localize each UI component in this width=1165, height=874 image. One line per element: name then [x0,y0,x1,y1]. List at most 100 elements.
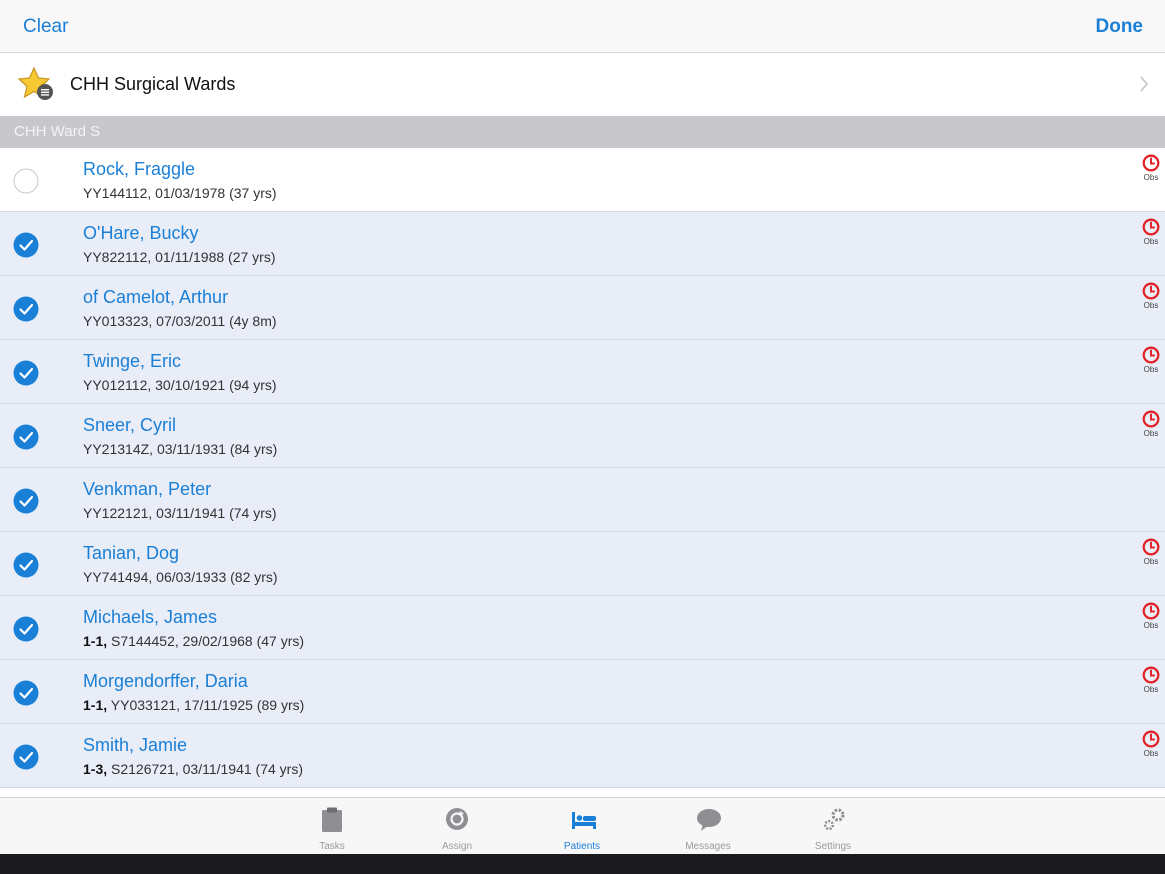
empty-circle-icon[interactable] [13,168,39,194]
tab-label: Tasks [319,841,345,852]
patient-details: YY741494, 06/03/1933 (82 yrs) [83,569,278,585]
patient-row[interactable]: Morgendorffer, Daria 1-1, YY033121, 17/11… [0,660,1165,724]
patient-name[interactable]: Venkman, Peter [83,479,211,500]
patient-name[interactable]: Sneer, Cyril [83,415,176,436]
obs-indicator[interactable]: Obs [1141,410,1161,438]
patient-name[interactable]: Twinge, Eric [83,351,181,372]
obs-label: Obs [1143,749,1159,758]
patient-row[interactable]: Venkman, Peter YY122121, 03/11/1941 (74 y… [0,468,1165,532]
done-button[interactable]: Done [1096,16,1144,38]
obs-label: Obs [1143,429,1159,438]
clock-alert-icon [1142,666,1160,684]
patient-details: YY21314Z, 03/11/1931 (84 yrs) [83,441,277,457]
obs-indicator[interactable]: Obs [1141,666,1161,694]
patient-name[interactable]: Smith, Jamie [83,735,187,756]
obs-indicator[interactable]: Obs [1141,282,1161,310]
patient-list: Rock, Fraggle YY144112, 01/03/1978 (37 yr… [0,148,1165,788]
patient-details: YY144112, 01/03/1978 (37 yrs) [83,185,277,201]
patient-name[interactable]: O'Hare, Bucky [83,223,198,244]
patient-details: YY013323, 07/03/2011 (4y 8m) [83,313,277,329]
obs-label: Obs [1143,173,1159,182]
patient-observation-frequency: 1-3, [83,761,108,777]
obs-label: Obs [1143,621,1159,630]
patient-name[interactable]: Rock, Fraggle [83,159,195,180]
patient-row[interactable]: Tanian, Dog YY741494, 06/03/1933 (82 yrs)… [0,532,1165,596]
patient-name[interactable]: Michaels, James [83,607,217,628]
tab-messages[interactable]: Messages [668,798,748,855]
tab-label: Assign [441,841,472,852]
patient-details: 1-3, S2126721, 03/11/1941 (74 yrs) [83,761,303,777]
patient-id-dob: S7144452, 29/02/1968 (47 yrs) [111,633,305,649]
tab-label: Settings [814,841,852,852]
checkmark-circle-icon[interactable] [13,232,39,258]
tab-bar: Tasks Assign Patients Messages Settings [0,797,1165,855]
patient-details: YY122121, 03/11/1941 (74 yrs) [83,505,277,521]
patient-row[interactable]: Twinge, Eric YY012112, 30/10/1921 (94 yrs… [0,340,1165,404]
bottom-bar [0,854,1165,874]
obs-indicator[interactable]: Obs [1141,730,1161,758]
patient-name[interactable]: Morgendorffer, Daria [83,671,248,692]
obs-indicator[interactable]: Obs [1141,602,1161,630]
clock-alert-icon [1142,282,1160,300]
obs-indicator[interactable]: Obs [1141,346,1161,374]
patient-observation-frequency: 1-1, [83,697,108,713]
patient-id-dob: YY012112, 30/10/1921 (94 yrs) [83,377,277,393]
patient-row[interactable]: Rock, Fraggle YY144112, 01/03/1978 (37 yr… [0,148,1165,212]
patient-observation-frequency: 1-1, [83,633,108,649]
clock-alert-icon [1142,346,1160,364]
tab-assign[interactable]: Assign [417,798,497,855]
patient-id-dob: YY822112, 01/11/1988 (27 yrs) [83,249,276,265]
tab-label: Messages [685,841,731,852]
patient-id-dob: YY013323, 07/03/2011 (4y 8m) [83,313,277,329]
clock-alert-icon [1142,602,1160,620]
tab-tasks[interactable]: Tasks [292,798,372,855]
patient-row[interactable]: Michaels, James 1-1, S7144452, 29/02/1968… [0,596,1165,660]
patient-details: 1-1, YY033121, 17/11/1925 (89 yrs) [83,697,304,713]
tab-settings[interactable]: Settings [793,798,873,855]
patient-id-dob: S2126721, 03/11/1941 (74 yrs) [111,761,304,777]
clock-alert-icon [1142,410,1160,428]
checkmark-circle-icon[interactable] [13,424,39,450]
clear-button[interactable]: Clear [23,16,68,38]
obs-label: Obs [1143,557,1159,566]
checkmark-circle-icon[interactable] [13,744,39,770]
patient-id-dob: YY122121, 03/11/1941 (74 yrs) [83,505,277,521]
patient-row[interactable]: Smith, Jamie 1-3, S2126721, 03/11/1941 (7… [0,724,1165,788]
tab-patients[interactable]: Patients [542,798,622,855]
tab-label: Patients [563,841,601,852]
patient-row[interactable]: of Camelot, Arthur YY013323, 07/03/2011 (… [0,276,1165,340]
patient-name[interactable]: Tanian, Dog [83,543,179,564]
obs-indicator[interactable]: Obs [1141,154,1161,182]
patient-id-dob: YY21314Z, 03/11/1931 (84 yrs) [83,441,278,457]
section-title: CHH Ward S [14,123,101,140]
patient-name[interactable]: of Camelot, Arthur [83,287,228,308]
obs-label: Obs [1143,685,1159,694]
checkmark-circle-icon[interactable] [13,360,39,386]
patient-row[interactable]: O'Hare, Bucky YY822112, 01/11/1988 (27 yr… [0,212,1165,276]
obs-label: Obs [1143,365,1159,374]
section-header: CHH Ward S [0,116,1165,148]
obs-indicator[interactable]: Obs [1141,538,1161,566]
patient-row[interactable]: Sneer, Cyril YY21314Z, 03/11/1931 (84 yrs… [0,404,1165,468]
speech-bubble-icon [697,809,721,831]
favourite-star-icon [17,66,53,100]
bed-icon [572,812,596,829]
clipboard-icon [322,807,342,832]
checkmark-circle-icon[interactable] [13,552,39,578]
patient-id-dob: YY144112, 01/03/1978 (37 yrs) [83,185,277,201]
checkmark-circle-icon[interactable] [13,296,39,322]
obs-indicator[interactable]: Obs [1141,218,1161,246]
clock-alert-icon [1142,154,1160,172]
chevron-right-icon [1140,76,1149,92]
gear-icon [823,808,845,831]
clock-alert-icon [1142,730,1160,748]
checkmark-circle-icon[interactable] [13,680,39,706]
ward-name: CHH Surgical Wards [70,74,236,94]
ward-selector-row[interactable]: CHH Surgical Wards [0,53,1165,115]
patient-details: YY012112, 30/10/1921 (94 yrs) [83,377,277,393]
obs-label: Obs [1143,301,1159,310]
checkmark-circle-icon[interactable] [13,616,39,642]
clock-alert-icon [1142,538,1160,556]
patient-details: 1-1, S7144452, 29/02/1968 (47 yrs) [83,633,304,649]
checkmark-circle-icon[interactable] [13,488,39,514]
